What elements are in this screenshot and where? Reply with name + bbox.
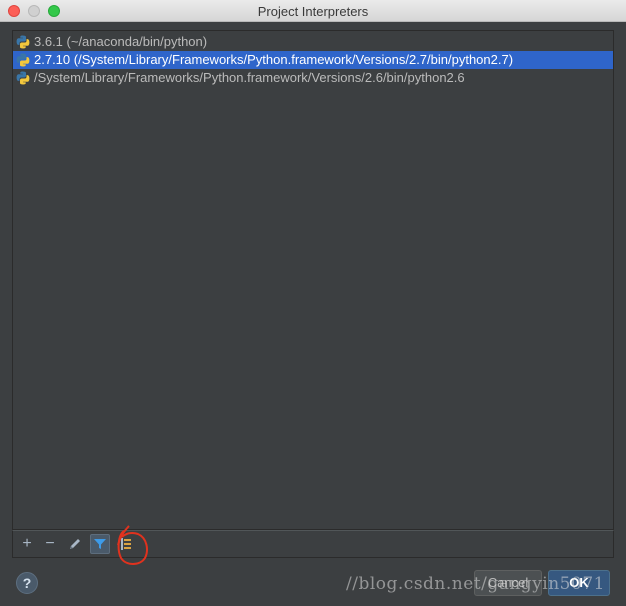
- dialog-title: Project Interpreters: [257, 4, 369, 19]
- interpreter-label: /System/Library/Frameworks/Python.framew…: [34, 70, 465, 85]
- show-paths-button[interactable]: [116, 534, 136, 554]
- python-icon: [16, 71, 30, 85]
- interpreter-row-0[interactable]: 3.6.1 (~/anaconda/bin/python): [13, 33, 613, 51]
- help-button[interactable]: ?: [16, 572, 38, 594]
- remove-interpreter-button[interactable]: −: [40, 534, 60, 554]
- show-paths-icon: [121, 538, 131, 550]
- interpreter-label: 3.6.1 (~/anaconda/bin/python): [34, 34, 208, 49]
- interpreter-label: 2.7.10 (/System/Library/Frameworks/Pytho…: [34, 52, 514, 67]
- interpreter-row-2[interactable]: /System/Library/Frameworks/Python.framew…: [13, 69, 613, 87]
- interpreter-toolbar: + −: [12, 530, 614, 558]
- add-interpreter-button[interactable]: +: [17, 534, 37, 554]
- edit-interpreter-button[interactable]: [65, 534, 85, 554]
- python-icon: [16, 53, 30, 67]
- watermark-text: //blog.csdn.net/gangyin5071: [346, 574, 605, 594]
- title-bar[interactable]: Project Interpreters: [0, 0, 626, 22]
- filter-icon: [94, 539, 106, 549]
- pencil-icon: [70, 539, 80, 549]
- interpreter-row-1[interactable]: 2.7.10 (/System/Library/Frameworks/Pytho…: [13, 51, 613, 69]
- interpreter-list[interactable]: 3.6.1 (~/anaconda/bin/python) 2.7.10 (/S…: [12, 30, 614, 530]
- python-icon: [16, 35, 30, 49]
- project-interpreters-dialog: Project Interpreters 3.6.1 (~/anaconda/b…: [0, 0, 626, 606]
- filter-interpreters-button[interactable]: [90, 534, 110, 554]
